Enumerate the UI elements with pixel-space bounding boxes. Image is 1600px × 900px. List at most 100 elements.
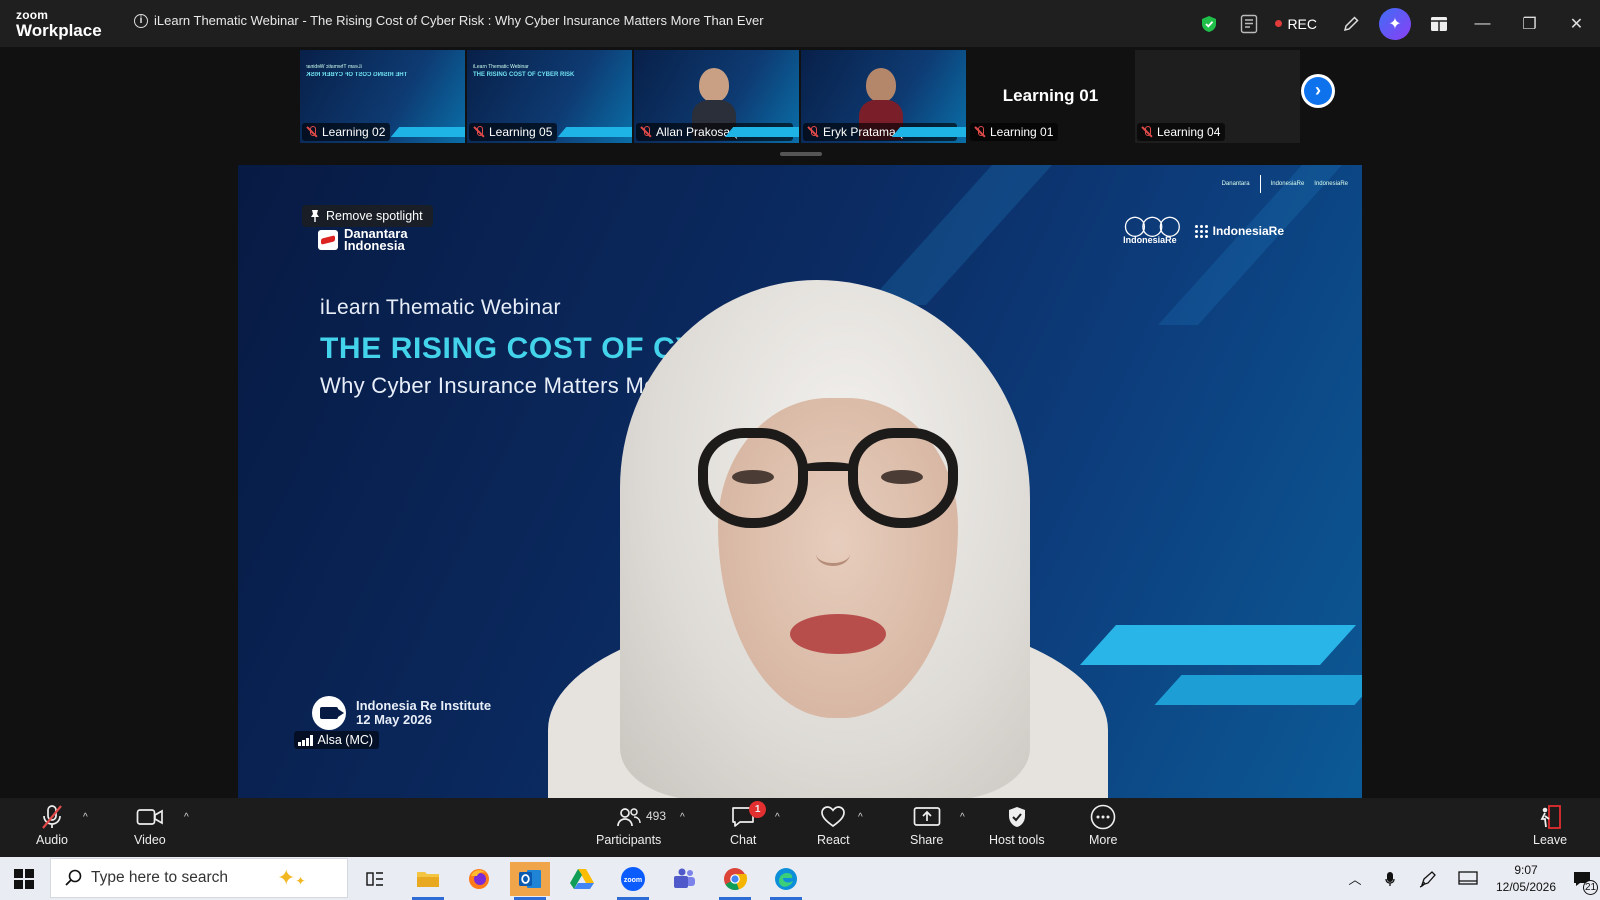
logo-separator xyxy=(1259,175,1261,193)
minimize-icon[interactable]: — xyxy=(1459,0,1506,47)
gallery-tile[interactable]: Learning 01 Learning 01 xyxy=(968,50,1133,143)
zoom-workplace-logo: zoom Workplace xyxy=(16,9,102,39)
tile-name: Learning 02 xyxy=(322,125,386,139)
title-bar-controls: REC ✦ — ❐ ✕ xyxy=(1189,0,1600,47)
gallery-tile[interactable]: iLearn Thematic Webinar THE RISING COST … xyxy=(467,50,632,143)
danantara-mark-icon xyxy=(318,230,338,250)
google-drive-icon[interactable] xyxy=(562,862,602,896)
share-button[interactable]: Share xyxy=(910,804,943,847)
spotlight-video[interactable]: Remove spotlight Danantara Indonesia Dan… xyxy=(238,165,1362,798)
audio-options-chevron-icon[interactable]: ^ xyxy=(83,812,88,823)
tile-big-name: Learning 01 xyxy=(1002,86,1099,105)
pen-icon[interactable] xyxy=(1408,870,1448,888)
glasses-bridge xyxy=(800,462,856,472)
notification-center-icon[interactable]: 21 xyxy=(1564,870,1600,895)
tray-expand-chevron-icon[interactable]: ︿ xyxy=(1338,869,1372,888)
recording-indicator[interactable]: REC xyxy=(1269,16,1331,32)
system-tray: ︿ 9:07 12/05/2026 21 xyxy=(1338,857,1600,900)
annotate-pencil-icon[interactable] xyxy=(1331,0,1371,47)
zoom-app-icon[interactable]: zoom xyxy=(613,862,653,900)
rec-label: REC xyxy=(1287,15,1317,32)
muted-mic-icon xyxy=(306,126,318,138)
share-options-chevron-icon[interactable]: ^ xyxy=(960,812,965,823)
react-options-chevron-icon[interactable]: ^ xyxy=(858,812,863,823)
pin-icon xyxy=(311,210,319,222)
muted-mic-icon xyxy=(473,126,485,138)
tile-name: Learning 01 xyxy=(990,125,1054,139)
danantara-logo: Danantara Indonesia xyxy=(318,227,408,252)
camera-logo-icon xyxy=(312,696,346,730)
gallery-strip: iLearn Thematic Webinar THE RISING COST … xyxy=(300,50,1300,143)
gallery-tile[interactable]: Allan Prakosa (Modera... xyxy=(634,50,799,143)
video-camera-icon xyxy=(136,809,163,825)
participants-label: Participants xyxy=(596,833,662,847)
security-shield-icon[interactable] xyxy=(1189,0,1229,47)
indonesiare-logo: ◯◯◯ IndonesiaRe xyxy=(1123,216,1181,245)
transcript-icon[interactable] xyxy=(1229,0,1269,47)
meeting-title: iLearn Thematic Webinar - The Rising Cos… xyxy=(154,13,764,28)
chrome-icon[interactable] xyxy=(715,862,755,900)
outlook-icon[interactable] xyxy=(510,862,550,900)
participants-count: 493 xyxy=(646,809,667,823)
footer-line-2: 12 May 2026 xyxy=(356,712,432,727)
audio-button[interactable]: Audio xyxy=(36,804,68,847)
firefox-icon[interactable] xyxy=(459,862,499,896)
task-view-icon[interactable] xyxy=(355,862,395,896)
close-icon[interactable]: ✕ xyxy=(1553,0,1600,47)
gallery-tile[interactable]: iLearn Thematic Webinar THE RISING COST … xyxy=(300,50,465,143)
brand-large: Workplace xyxy=(16,21,102,40)
tiny-logo-iri: IndonesiaRe xyxy=(1314,181,1348,187)
restore-icon[interactable]: ❐ xyxy=(1506,0,1553,47)
gallery-tile[interactable]: Learning 04 xyxy=(1135,50,1300,143)
dots-grid-icon xyxy=(1194,224,1208,238)
taskbar-search[interactable]: ✦✦ xyxy=(50,858,348,898)
danantara-logo-text: Danantara Indonesia xyxy=(344,227,408,252)
edge-icon[interactable] xyxy=(766,862,806,900)
mini-slide-subtitle: iLearn Thematic Webinar xyxy=(306,64,362,70)
remove-spotlight-button[interactable]: Remove spotlight xyxy=(302,205,433,227)
teams-icon[interactable] xyxy=(664,862,704,896)
share-screen-icon xyxy=(913,807,941,826)
more-button[interactable]: More xyxy=(1089,804,1117,847)
gallery-tile[interactable]: Eryk Pratama (Narasu... xyxy=(801,50,966,143)
speaker-name-tag: Alsa (MC) xyxy=(294,731,380,749)
microphone-in-use-icon[interactable] xyxy=(1372,871,1408,887)
tile-label: Learning 04 xyxy=(1137,123,1226,141)
leave-button[interactable]: Leave xyxy=(1533,804,1567,847)
chat-button[interactable]: 1 Chat xyxy=(730,801,767,847)
video-label: Video xyxy=(134,833,166,847)
display-icon[interactable] xyxy=(1448,870,1488,887)
participants-icon xyxy=(616,808,641,827)
host-tools-button[interactable]: Host tools xyxy=(989,804,1045,847)
speaker-nose xyxy=(816,542,850,566)
more-dots-icon xyxy=(1090,804,1116,830)
search-input[interactable] xyxy=(91,869,271,887)
mini-slide-subtitle: iLearn Thematic Webinar xyxy=(473,64,529,70)
video-options-chevron-icon[interactable]: ^ xyxy=(184,812,189,823)
gallery-next-button[interactable]: › xyxy=(1301,74,1335,108)
taskbar-clock[interactable]: 9:07 12/05/2026 xyxy=(1488,862,1564,896)
video-button[interactable]: Video xyxy=(134,804,166,847)
tiny-logo-danantara: Danantara xyxy=(1221,181,1250,187)
shield-icon xyxy=(1008,807,1025,827)
tile-name: Learning 04 xyxy=(1157,125,1221,139)
gallery-resize-handle[interactable] xyxy=(780,152,822,156)
meeting-info[interactable]: i iLearn Thematic Webinar - The Rising C… xyxy=(134,13,764,28)
chevron-right-icon: › xyxy=(1304,77,1332,105)
tile-name: Allan Prakosa (Modera... xyxy=(656,125,789,139)
clock-date: 12/05/2026 xyxy=(1495,879,1557,894)
react-button[interactable]: React xyxy=(817,804,850,847)
participants-options-chevron-icon[interactable]: ^ xyxy=(680,812,685,823)
ai-companion-sparkle-icon[interactable]: ✦ xyxy=(1379,7,1411,40)
view-layout-icon[interactable] xyxy=(1419,0,1459,47)
brand-small: zoom xyxy=(16,8,49,22)
notification-count: 21 xyxy=(1583,879,1598,895)
info-icon[interactable]: i xyxy=(134,13,148,28)
chat-options-chevron-icon[interactable]: ^ xyxy=(775,812,780,823)
muted-mic-icon xyxy=(640,126,652,138)
slide-footer-text: Indonesia Re Institute 12 May 2026 xyxy=(356,699,491,727)
audio-label: Audio xyxy=(36,833,68,847)
slide-partner-logos: ◯◯◯ IndonesiaRe IndonesiaRe xyxy=(1123,216,1284,245)
file-explorer-icon[interactable] xyxy=(408,862,448,900)
windows-start-icon[interactable] xyxy=(14,869,34,889)
